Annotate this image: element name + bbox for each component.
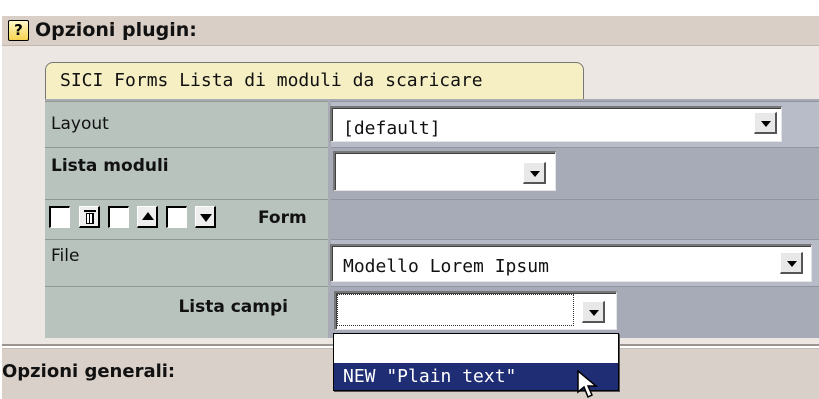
tab-sici-forms-download-list[interactable]: SICI Forms Lista di moduli da scaricare — [45, 62, 584, 99]
layout-label: Layout — [45, 101, 328, 147]
form-checkbox-2[interactable] — [108, 206, 129, 228]
plugin-options-header: ? Opzioni plugin: — [2, 16, 819, 46]
module-list-select[interactable] — [333, 151, 556, 191]
form-checkbox-3[interactable] — [166, 206, 187, 228]
plugin-options-panel: ? Opzioni plugin: SICI Forms Lista di mo… — [0, 0, 819, 399]
layout-select-value: [default] — [343, 118, 441, 139]
dropdown-option-blank[interactable] — [334, 334, 618, 362]
layout-select[interactable]: [default] — [330, 106, 782, 142]
move-up-icon[interactable] — [137, 206, 158, 228]
trash-icon — [84, 210, 96, 224]
chevron-down-icon[interactable] — [582, 301, 605, 323]
file-select-value: Modello Lorem Ipsum — [343, 256, 549, 277]
form-toolbar-value-cell — [331, 199, 819, 239]
form-label: Form — [258, 208, 307, 228]
move-down-icon[interactable] — [195, 206, 216, 228]
field-list-label: Lista campi — [45, 286, 328, 338]
file-select[interactable]: Modello Lorem Ipsum — [330, 244, 812, 282]
chevron-down-icon[interactable] — [523, 162, 546, 184]
form-toolbar-row — [45, 199, 819, 239]
file-label: File — [45, 239, 328, 286]
module-list-label: Lista moduli — [45, 147, 328, 199]
form-checkbox-1[interactable] — [49, 206, 70, 228]
mouse-pointer-icon — [577, 370, 599, 399]
question-help-icon[interactable]: ? — [8, 20, 29, 41]
field-list-select[interactable] — [334, 291, 617, 330]
plugin-options-title: Opzioni plugin: — [35, 19, 197, 41]
general-options-title: Opzioni generali: — [2, 361, 176, 382]
delete-icon[interactable] — [79, 206, 100, 228]
chevron-down-icon[interactable] — [754, 112, 777, 134]
chevron-down-icon[interactable] — [780, 252, 803, 274]
